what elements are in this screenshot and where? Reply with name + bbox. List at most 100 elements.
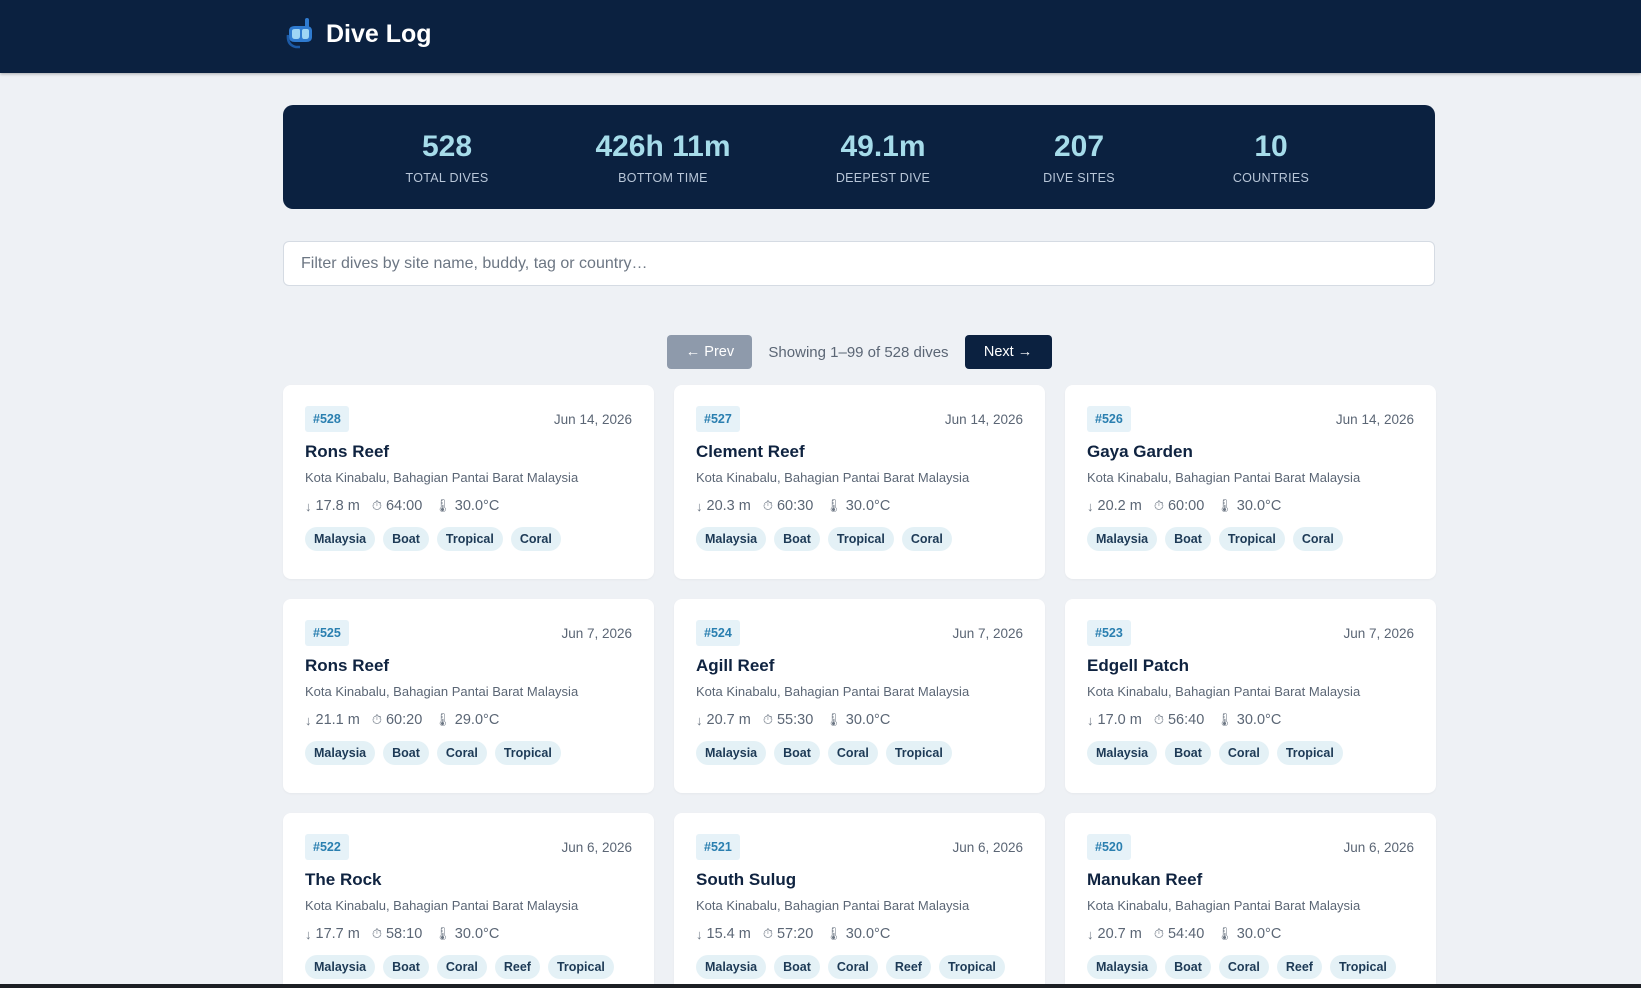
dive-site-name[interactable]: Gaya Garden: [1087, 442, 1414, 462]
temperature-metric: 🌡 30.0°C: [825, 712, 890, 728]
tag-chip[interactable]: Coral: [901, 527, 952, 551]
dive-card[interactable]: #526 Jun 14, 2026 Gaya Garden Kota Kinab…: [1065, 385, 1436, 579]
time-metric: ⏱ 54:40: [1154, 926, 1204, 942]
tag-chip[interactable]: Coral: [827, 955, 878, 979]
down-arrow-icon: ↓: [305, 712, 312, 728]
depth-value: 20.3 m: [706, 498, 751, 514]
dive-card-grid: #528 Jun 14, 2026 Rons Reef Kota Kinabal…: [283, 385, 1436, 988]
stopwatch-icon: ⏱: [762, 712, 773, 727]
tag-chip[interactable]: Boat: [1165, 955, 1211, 979]
tag-chip[interactable]: Boat: [774, 741, 820, 765]
tag-chip[interactable]: Coral: [510, 527, 561, 551]
tag-chip[interactable]: Malaysia: [1087, 527, 1158, 551]
tag-chip[interactable]: Reef: [885, 955, 931, 979]
brand[interactable]: Dive Log: [286, 17, 432, 51]
thermometer-icon: 🌡: [1216, 498, 1233, 513]
dive-location: Kota Kinabalu, Bahagian Pantai Barat Mal…: [305, 898, 579, 913]
tag-chip[interactable]: Tropical: [885, 741, 952, 765]
dive-site-name[interactable]: Clement Reef: [696, 442, 1023, 462]
tag-chip[interactable]: Tropical: [1329, 955, 1396, 979]
dive-metrics: ↓ 15.4 m ⏱ 57:20 🌡 30.0°C: [696, 926, 1023, 942]
time-value: 60:00: [1167, 498, 1205, 514]
dive-date: Jun 6, 2026: [561, 839, 632, 855]
dive-card[interactable]: #524 Jun 7, 2026 Agill Reef Kota Kinabal…: [674, 599, 1045, 793]
dive-card[interactable]: #525 Jun 7, 2026 Rons Reef Kota Kinabalu…: [283, 599, 654, 793]
tag-chip[interactable]: Malaysia: [305, 527, 376, 551]
tag-chip[interactable]: Malaysia: [696, 741, 767, 765]
dive-site-name[interactable]: South Sulug: [696, 870, 1023, 890]
temperature-metric: 🌡 30.0°C: [825, 498, 890, 514]
tag-chip[interactable]: Malaysia: [1087, 741, 1158, 765]
temperature-value: 30.0°C: [845, 926, 891, 942]
depth-value: 20.2 m: [1097, 498, 1142, 514]
temperature-metric: 🌡 30.0°C: [1216, 926, 1281, 942]
tag-chip[interactable]: Tropical: [494, 741, 561, 765]
dive-number-badge: #523: [1087, 620, 1131, 646]
tag-chip[interactable]: Malaysia: [696, 527, 767, 551]
depth-value: 20.7 m: [1097, 926, 1142, 942]
tag-chip[interactable]: Coral: [436, 741, 487, 765]
time-value: 56:40: [1167, 712, 1205, 728]
dive-site-name[interactable]: Manukan Reef: [1087, 870, 1414, 890]
dive-card[interactable]: #523 Jun 7, 2026 Edgell Patch Kota Kinab…: [1065, 599, 1436, 793]
tag-chip[interactable]: Tropical: [436, 527, 503, 551]
next-button[interactable]: Next →: [964, 335, 1052, 369]
tag-chip[interactable]: Boat: [774, 955, 820, 979]
tag-chip[interactable]: Boat: [1165, 741, 1211, 765]
tag-chip[interactable]: Boat: [383, 527, 429, 551]
tag-list: Malaysia Boat Coral Reef Tropical: [305, 955, 632, 979]
pagination: ← Prev Showing 1–99 of 528 dives Next →: [0, 335, 1641, 369]
tag-chip[interactable]: Reef: [494, 955, 540, 979]
search-input[interactable]: [283, 241, 1435, 286]
dive-date: Jun 14, 2026: [1335, 411, 1414, 427]
tag-chip[interactable]: Malaysia: [305, 955, 376, 979]
dive-number-badge: #525: [305, 620, 349, 646]
down-arrow-icon: ↓: [1087, 498, 1094, 514]
tag-chip[interactable]: Tropical: [1276, 741, 1343, 765]
dive-site-name[interactable]: Agill Reef: [696, 656, 1023, 676]
dive-site-name[interactable]: Rons Reef: [305, 442, 632, 462]
tag-chip[interactable]: Tropical: [547, 955, 614, 979]
dive-date: Jun 6, 2026: [1343, 839, 1414, 855]
tag-chip[interactable]: Malaysia: [305, 741, 376, 765]
tag-chip[interactable]: Tropical: [827, 527, 894, 551]
tag-chip[interactable]: Boat: [383, 741, 429, 765]
dive-location: Kota Kinabalu, Bahagian Pantai Barat Mal…: [305, 470, 579, 485]
dive-metrics: ↓ 20.7 m ⏱ 55:30 🌡 30.0°C: [696, 712, 1023, 728]
snorkel-mask-icon: [286, 18, 312, 49]
dive-site-name[interactable]: Edgell Patch: [1087, 656, 1414, 676]
depth-metric: ↓ 17.7 m: [305, 926, 360, 942]
dive-card[interactable]: #521 Jun 6, 2026 South Sulug Kota Kinaba…: [674, 813, 1045, 988]
depth-value: 21.1 m: [315, 712, 360, 728]
thermometer-icon: 🌡: [434, 712, 451, 727]
dive-metrics: ↓ 20.7 m ⏱ 54:40 🌡 30.0°C: [1087, 926, 1414, 942]
dive-site-name[interactable]: The Rock: [305, 870, 632, 890]
dive-site-name[interactable]: Rons Reef: [305, 656, 632, 676]
tag-chip[interactable]: Reef: [1276, 955, 1322, 979]
tag-chip[interactable]: Coral: [827, 741, 878, 765]
thermometer-icon: 🌡: [1216, 712, 1233, 727]
dive-card[interactable]: #528 Jun 14, 2026 Rons Reef Kota Kinabal…: [283, 385, 654, 579]
dive-card[interactable]: #522 Jun 6, 2026 The Rock Kota Kinabalu,…: [283, 813, 654, 988]
tag-chip[interactable]: Coral: [1218, 955, 1269, 979]
tag-chip[interactable]: Boat: [383, 955, 429, 979]
dive-location: Kota Kinabalu, Bahagian Pantai Barat Mal…: [305, 684, 579, 699]
tag-list: Malaysia Boat Coral Reef Tropical: [696, 955, 1023, 979]
dive-card[interactable]: #520 Jun 6, 2026 Manukan Reef Kota Kinab…: [1065, 813, 1436, 988]
time-value: 64:00: [385, 498, 423, 514]
temperature-metric: 🌡 30.0°C: [434, 498, 499, 514]
tag-chip[interactable]: Malaysia: [696, 955, 767, 979]
tag-chip[interactable]: Boat: [1165, 527, 1211, 551]
tag-chip[interactable]: Coral: [1292, 527, 1343, 551]
tag-chip[interactable]: Tropical: [1218, 527, 1285, 551]
stopwatch-icon: ⏱: [371, 926, 382, 941]
tag-chip[interactable]: Coral: [436, 955, 487, 979]
stat-countries: 10 COUNTRIES: [1186, 129, 1356, 185]
time-metric: ⏱ 55:30: [763, 712, 813, 728]
tag-chip[interactable]: Tropical: [938, 955, 1005, 979]
prev-button[interactable]: ← Prev: [667, 335, 753, 369]
tag-chip[interactable]: Boat: [774, 527, 820, 551]
tag-chip[interactable]: Coral: [1218, 741, 1269, 765]
dive-card[interactable]: #527 Jun 14, 2026 Clement Reef Kota Kina…: [674, 385, 1045, 579]
tag-chip[interactable]: Malaysia: [1087, 955, 1158, 979]
